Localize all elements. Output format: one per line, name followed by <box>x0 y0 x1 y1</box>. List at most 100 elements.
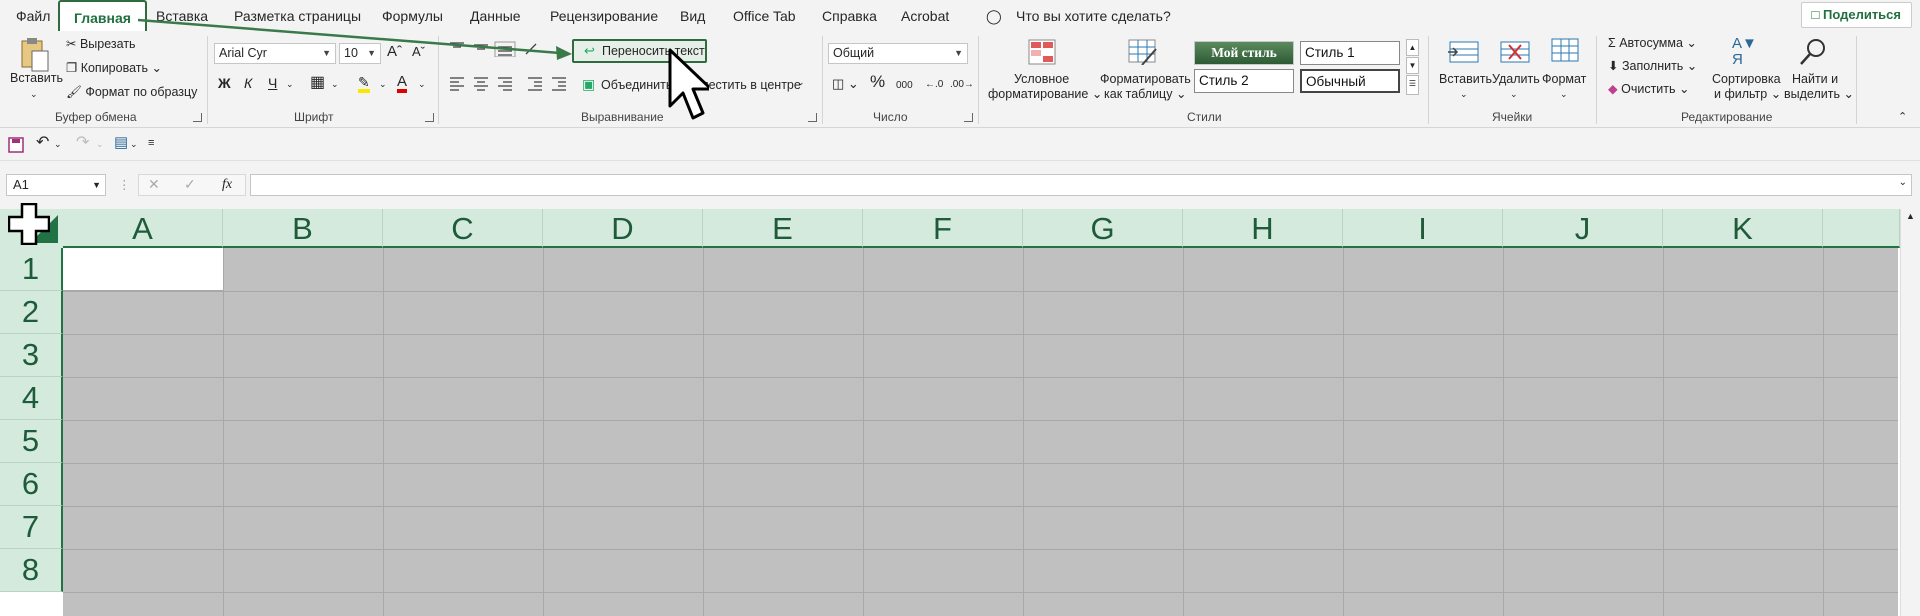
font-launcher[interactable] <box>425 113 434 122</box>
thousands-icon[interactable]: 000 <box>896 78 913 93</box>
font-color-dropdown[interactable]: ⌄ <box>418 77 426 92</box>
insert-cells-dropdown[interactable]: ⌄ <box>1460 87 1468 102</box>
borders-dropdown[interactable]: ⌄ <box>331 77 339 92</box>
column-header-i[interactable]: I <box>1343 209 1503 248</box>
tab-help[interactable]: Справка <box>822 6 877 26</box>
font-color-icon[interactable]: A <box>397 74 408 93</box>
column-header-c[interactable]: C <box>383 209 543 248</box>
tab-office-tab[interactable]: Office Tab <box>733 6 796 26</box>
conditional-formatting-icon[interactable] <box>1028 39 1056 65</box>
alignment-launcher[interactable] <box>808 113 817 122</box>
row-header-8[interactable]: 8 <box>0 549 63 592</box>
collapse-ribbon-icon[interactable]: ⌃ <box>1898 110 1907 125</box>
autosum-button[interactable]: Σ Автосумма ⌄ <box>1608 36 1697 51</box>
undo-dropdown[interactable]: ⌄ <box>54 137 62 152</box>
tell-me-search[interactable]: Что вы хотите сделать? <box>1016 6 1171 26</box>
cut-button[interactable]: ✂ Вырезать <box>66 37 136 52</box>
column-header-partial[interactable] <box>1823 209 1900 248</box>
vertical-align-icons[interactable] <box>448 41 538 57</box>
format-as-table-icon[interactable] <box>1128 39 1158 65</box>
column-header-g[interactable]: G <box>1023 209 1183 248</box>
borders-icon[interactable]: ▦ <box>310 75 325 91</box>
tab-insert[interactable]: Вставка <box>156 6 208 26</box>
form-dropdown[interactable]: ⌄ <box>130 137 138 152</box>
tab-formulas[interactable]: Формулы <box>382 6 443 26</box>
styles-scroll-down[interactable]: ▼ <box>1406 57 1419 74</box>
tab-acrobat[interactable]: Acrobat <box>901 6 949 26</box>
column-header-k[interactable]: K <box>1663 209 1823 248</box>
fill-button[interactable]: ⬇ Заполнить ⌄ <box>1608 59 1697 74</box>
row-header-5[interactable]: 5 <box>0 420 63 463</box>
conditional-formatting-label-2[interactable]: форматирование ⌄ <box>988 87 1102 102</box>
vertical-scrollbar[interactable]: ▲ <box>1900 209 1920 616</box>
fill-color-dropdown[interactable]: ⌄ <box>379 77 387 92</box>
decrease-font-icon[interactable]: Aˇ <box>412 44 425 59</box>
column-header-f[interactable]: F <box>863 209 1023 248</box>
tab-file[interactable]: Файл <box>16 6 50 26</box>
style-2[interactable]: Стиль 2 <box>1194 69 1294 93</box>
share-button[interactable]: □ Поделиться <box>1800 2 1912 28</box>
sort-filter-icon[interactable]: A▼ Я <box>1732 36 1757 68</box>
scroll-up-icon[interactable]: ▲ <box>1906 211 1915 221</box>
formula-input[interactable]: ⌄ <box>250 174 1912 196</box>
format-as-table-label-1[interactable]: Форматировать <box>1100 72 1191 87</box>
wrap-text-button[interactable]: ↩ Переносить текст <box>572 39 707 63</box>
horizontal-align-icons[interactable] <box>448 76 568 92</box>
copy-button[interactable]: ❐ Копировать ⌄ <box>66 61 162 76</box>
currency-icon[interactable]: ◫ ⌄ <box>832 76 859 91</box>
number-launcher[interactable] <box>964 113 973 122</box>
underline-dropdown[interactable]: ⌄ <box>286 77 294 92</box>
column-header-d[interactable]: D <box>543 209 703 248</box>
sort-filter-label-2[interactable]: и фильтр ⌄ <box>1714 87 1781 102</box>
clear-button[interactable]: ◆ Очистить ⌄ <box>1608 82 1689 97</box>
paste-dropdown[interactable]: ⌄ <box>30 87 38 102</box>
find-select-icon[interactable] <box>1798 37 1828 67</box>
expand-formula-icon[interactable]: ⌄ <box>1899 177 1907 188</box>
percent-icon[interactable]: % <box>870 73 885 90</box>
redo-dropdown[interactable]: ⌄ <box>96 137 104 152</box>
insert-cells-icon[interactable] <box>1448 39 1480 65</box>
paste-icon[interactable] <box>18 37 52 73</box>
column-header-j[interactable]: J <box>1503 209 1663 248</box>
styles-scroll-up[interactable]: ▲ <box>1406 39 1419 56</box>
underline-button[interactable]: Ч <box>268 76 277 91</box>
format-as-table-label-2[interactable]: как таблицу ⌄ <box>1104 87 1186 102</box>
row-header-1[interactable]: 1 <box>0 248 63 291</box>
fill-color-icon[interactable]: ✎ <box>358 75 370 93</box>
font-size-combo[interactable]: 10 ▼ <box>339 43 381 64</box>
column-header-e[interactable]: E <box>703 209 863 248</box>
tab-review[interactable]: Рецензирование <box>550 6 658 26</box>
font-name-combo[interactable]: Arial Cyr ▼ <box>214 43 336 64</box>
italic-button[interactable]: К <box>244 76 252 91</box>
row-header-6[interactable]: 6 <box>0 463 63 506</box>
style-normal[interactable]: Обычный <box>1300 69 1400 93</box>
decrease-decimal-icon[interactable]: .00→ <box>950 77 974 92</box>
cancel-icon[interactable]: ✕ <box>148 177 160 192</box>
increase-decimal-icon[interactable]: ←.0 <box>925 77 943 92</box>
form-icon[interactable]: ▤ <box>114 135 128 150</box>
enter-icon[interactable]: ✓ <box>184 177 196 192</box>
format-painter-button[interactable]: 🖌 Формат по образцу <box>66 85 197 100</box>
delete-cells-label[interactable]: Удалить <box>1492 72 1540 87</box>
column-header-a[interactable]: A <box>63 209 223 248</box>
number-format-combo[interactable]: Общий ▼ <box>828 43 968 64</box>
customize-qat-icon[interactable]: ≡ <box>148 136 154 151</box>
tab-view[interactable]: Вид <box>680 6 705 26</box>
increase-font-icon[interactable]: Aˆ <box>387 44 402 59</box>
redo-icon[interactable]: ↷ <box>76 135 89 151</box>
find-select-label-2[interactable]: выделить ⌄ <box>1784 87 1854 102</box>
paste-button[interactable]: Вставить <box>10 71 63 86</box>
clipboard-launcher[interactable] <box>193 113 202 122</box>
row-header-2[interactable]: 2 <box>0 291 63 334</box>
style-my-style[interactable]: Мой стиль <box>1194 41 1294 65</box>
format-cells-icon[interactable] <box>1550 37 1580 65</box>
tab-page-layout[interactable]: Разметка страницы <box>234 6 361 26</box>
find-select-label-1[interactable]: Найти и <box>1792 72 1838 87</box>
merge-center-button[interactable]: ▣ Объединить и поместить в центре ⌄ <box>582 76 810 96</box>
format-cells-dropdown[interactable]: ⌄ <box>1560 87 1568 102</box>
style-1[interactable]: Стиль 1 <box>1300 41 1400 65</box>
cell-a1-selected[interactable] <box>63 248 224 291</box>
column-header-h[interactable]: H <box>1183 209 1343 248</box>
styles-more[interactable]: ☰ <box>1406 75 1419 95</box>
row-header-3[interactable]: 3 <box>0 334 63 377</box>
